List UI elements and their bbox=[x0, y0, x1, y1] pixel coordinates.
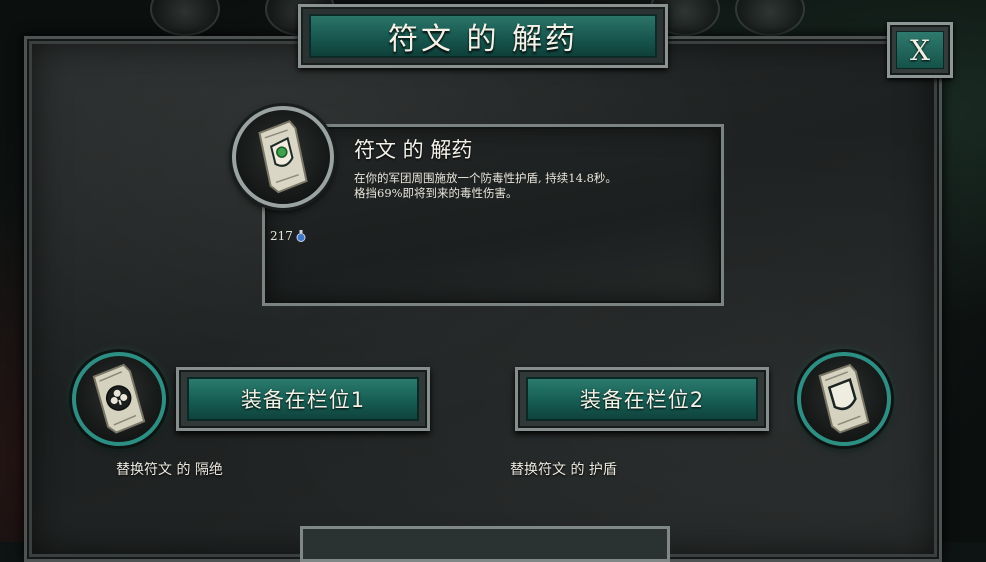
rune-tablet-shield-icon[interactable] bbox=[797, 352, 891, 446]
slot-1-replace-text: 替换符文 的 隔绝 bbox=[116, 462, 223, 478]
rune-description: 在你的军团周围施放一个防毒性护盾, 持续14.8秒。 格挡69%即将到来的毒性伤… bbox=[354, 171, 704, 201]
equip-slot-1-button[interactable]: 装备在栏位1 bbox=[176, 367, 430, 431]
rune-cost: 217 bbox=[270, 229, 306, 243]
close-button[interactable]: X bbox=[887, 22, 953, 78]
rune-description-line: 格挡69%即将到来的毒性伤害。 bbox=[354, 186, 518, 200]
potion-icon bbox=[296, 230, 306, 242]
bottom-plate bbox=[300, 526, 670, 562]
title-plate: 符文 的 解药 bbox=[298, 4, 668, 68]
close-icon[interactable]: X bbox=[896, 31, 944, 69]
equip-slot-2-button[interactable]: 装备在栏位2 bbox=[515, 367, 769, 431]
dialog-title: 符文 的 解药 bbox=[387, 22, 579, 57]
cost-value: 217 bbox=[270, 229, 293, 243]
slot-2-replace-text: 替换符文 的 护盾 bbox=[510, 462, 617, 478]
rune-tablet-clover-icon[interactable] bbox=[72, 352, 166, 446]
equip-slot-2-label[interactable]: 装备在栏位2 bbox=[526, 377, 758, 421]
equip-slot-1-label[interactable]: 装备在栏位1 bbox=[187, 377, 419, 421]
rune-name: 符文 的 解药 bbox=[354, 138, 473, 162]
rune-tablet-green-gem-icon bbox=[232, 106, 334, 208]
rune-description-line: 在你的军团周围施放一个防毒性护盾, 持续14.8秒。 bbox=[354, 171, 617, 185]
